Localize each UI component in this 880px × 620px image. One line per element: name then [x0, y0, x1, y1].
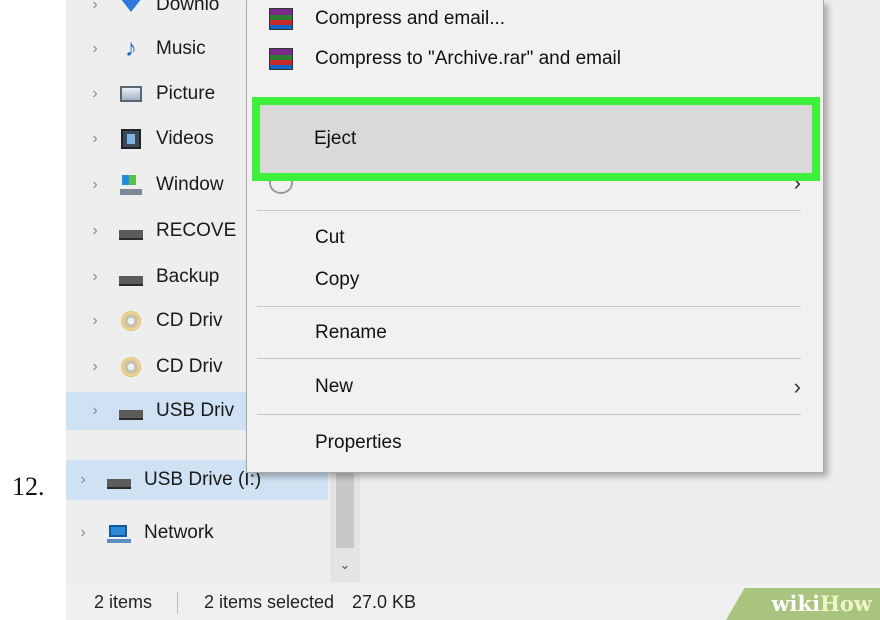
menu-item-label: Copy [315, 269, 360, 290]
videos-icon [118, 128, 144, 150]
menu-item-label: Properties [315, 432, 402, 453]
chevron-right-icon[interactable]: › [88, 268, 102, 286]
menu-item-label: New [315, 376, 354, 397]
menu-item-label: Compress to "Archive.rar" and email [315, 48, 621, 69]
screenshot-frame: › Downlo › ♪ Music › Picture › Videos › … [66, 0, 880, 620]
menu-item-compress-archive-email[interactable]: Compress to "Archive.rar" and email [247, 40, 823, 78]
status-selected-size: 27.0 KB [352, 592, 417, 612]
winrar-icon [269, 48, 293, 70]
menu-item-new[interactable]: New › [247, 368, 823, 406]
menu-item-label: Rename [315, 322, 387, 343]
step-number: 12. [12, 472, 45, 501]
nav-item-label: Videos [156, 128, 214, 149]
drive-icon [118, 220, 144, 242]
downloads-icon [118, 0, 144, 16]
nav-item-label: USB Drive (I:) [144, 469, 262, 490]
menu-separator [257, 414, 801, 415]
nav-item-label: CD Driv [156, 310, 223, 331]
nav-item-label: CD Driv [156, 356, 223, 377]
menu-separator [257, 306, 801, 307]
chevron-right-icon[interactable]: › [88, 312, 102, 330]
network-icon [106, 522, 132, 544]
chevron-right-icon[interactable]: › [88, 176, 102, 194]
menu-separator [257, 358, 801, 359]
nav-item-label: Picture [156, 83, 216, 104]
chevron-right-icon[interactable]: › [76, 524, 90, 542]
music-icon: ♪ [125, 35, 137, 62]
windows-drive-icon [118, 174, 144, 196]
cd-drive-icon [118, 310, 144, 332]
chevron-right-icon[interactable]: › [88, 40, 102, 58]
menu-item-label: Compress and email... [315, 8, 506, 29]
scroll-down-arrow-icon[interactable]: ⌄ [330, 552, 360, 578]
status-item-count: 2 items [94, 592, 153, 612]
status-divider [177, 592, 178, 614]
winrar-icon [269, 8, 293, 30]
menu-item-label: Cut [315, 227, 345, 248]
menu-item-cut[interactable]: Cut [247, 219, 823, 257]
chevron-right-icon[interactable]: › [88, 402, 102, 420]
nav-item-label: USB Driv [156, 400, 235, 421]
nav-item-label: Window [156, 174, 224, 195]
nav-item-label: Backup [156, 266, 220, 287]
menu-item-rename[interactable]: Rename [247, 314, 823, 352]
submenu-arrow-icon: › [793, 374, 801, 399]
drive-icon [118, 266, 144, 288]
chevron-right-icon[interactable]: › [88, 130, 102, 148]
nav-item-label: Downlo [156, 0, 220, 15]
cd-drive-icon [118, 356, 144, 378]
chevron-right-icon[interactable]: › [88, 222, 102, 240]
wikihow-watermark: wikiHow [726, 588, 880, 620]
nav-item-network[interactable]: › Network [76, 514, 316, 552]
chevron-right-icon[interactable]: › [76, 471, 90, 489]
menu-item-properties[interactable]: Properties [247, 424, 823, 462]
chevron-right-icon[interactable]: › [88, 0, 102, 14]
menu-separator [257, 210, 801, 211]
menu-item-copy[interactable]: Copy [247, 261, 823, 299]
chevron-right-icon[interactable]: › [88, 358, 102, 376]
usb-drive-icon [118, 400, 144, 422]
status-selected-count: 2 items selected [204, 592, 335, 612]
eject-highlight-box [252, 97, 820, 181]
nav-item-label: Music [156, 38, 206, 59]
pictures-icon [118, 83, 144, 105]
chevron-right-icon[interactable]: › [88, 85, 102, 103]
context-menu: Compress and email... Compress to "Archi… [246, 0, 824, 473]
usb-drive-icon [106, 469, 132, 491]
menu-item-compress-email[interactable]: Compress and email... [247, 0, 823, 38]
nav-item-usb-drive-selected[interactable]: › USB Driv [66, 392, 266, 430]
nav-item-label: Network [144, 522, 214, 543]
nav-item-label: RECOVE [156, 220, 237, 241]
